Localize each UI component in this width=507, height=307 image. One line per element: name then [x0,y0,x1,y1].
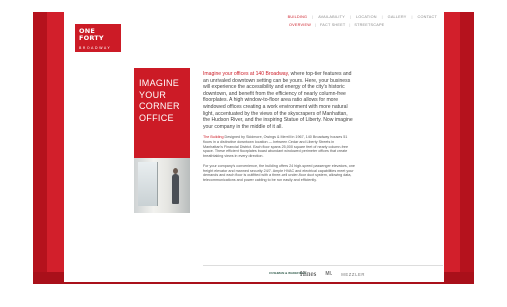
partner-ml[interactable]: Ml. [325,271,332,277]
nav-separator: | [381,15,383,19]
nav-separator: | [349,15,351,19]
nav-sub-row: OVERVIEW | FACT SHEET | STREETSCAPE [269,23,437,27]
nav-separator: | [349,23,351,27]
partner-logos: CUSHMAN & WAKEFIELD Hines Ml. MEZZLER [269,268,365,280]
subnav-overview[interactable]: OVERVIEW [289,23,311,27]
building-lead: The Building [203,135,224,140]
brand-logo[interactable]: ONE FORTY BROADWAY [75,24,121,52]
intro-paragraph: Imagine your offices at 140 Broadway, wh… [203,71,355,130]
subnav-streetscape[interactable]: STREETSCAPE [354,23,384,27]
website-page: ONE FORTY BROADWAY BUILDING | AVAILABILI… [64,12,444,282]
partner-hines[interactable]: Hines [300,270,316,278]
nav-availability[interactable]: AVAILABILITY [318,15,345,19]
nav-contact[interactable]: CONTACT [418,15,437,19]
nav-separator: | [312,15,314,19]
building-text: Designed by Skidmore, Owings & Merrill i… [203,135,349,159]
office-photo [134,158,190,213]
hero-line-2: YOUR [139,89,167,100]
hero-line-3: CORNER [139,101,180,111]
frame-shadow-right [460,12,474,284]
main-content: Imagine your offices at 140 Broadway, wh… [203,71,355,183]
nav-top-row: BUILDING | AVAILABILITY | LOCATION | GAL… [269,15,437,19]
person-figure [172,174,179,204]
footer-divider [203,265,443,266]
building-paragraph: The Building Designed by Skidmore, Owing… [203,135,355,159]
partner-mezzler[interactable]: MEZZLER [341,272,365,277]
frame-shadow-left [33,12,47,284]
partner-cushman-wakefield[interactable]: CUSHMAN & WAKEFIELD [269,271,306,275]
nav-gallery[interactable]: GALLERY [388,15,407,19]
subnav-fact-sheet[interactable]: FACT SHEET [320,23,345,27]
intro-text: where top-tier features and an unrivaled… [203,71,353,130]
window-panel [138,162,158,206]
hero-line-1: IMAGINE [139,78,180,88]
intro-lead: Imagine your offices at 140 Broadway, [203,71,290,77]
brand-name: ONE FORTY [79,27,104,42]
nav-location[interactable]: LOCATION [356,15,377,19]
hero-line-4: OFFICE [139,112,174,123]
nav-building[interactable]: BUILDING [288,15,308,19]
amenities-paragraph: For your company's convenience, the buil… [203,163,355,182]
brand-sub: BROADWAY [79,46,112,50]
nav-separator: | [315,23,316,27]
hero-headline-block: IMAGINE YOUR CORNER OFFICE [134,68,190,158]
nav-separator: | [411,15,413,19]
main-nav: BUILDING | AVAILABILITY | LOCATION | GAL… [269,15,437,27]
